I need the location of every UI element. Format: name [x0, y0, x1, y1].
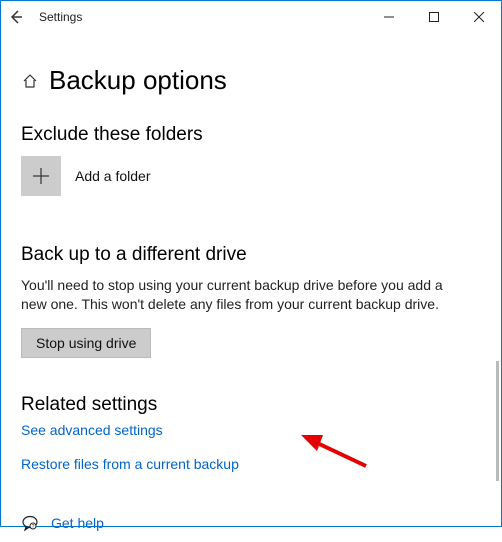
maximize-button[interactable]	[411, 2, 456, 32]
add-folder-label: Add a folder	[75, 168, 151, 184]
minimize-button[interactable]	[366, 2, 411, 32]
chat-help-icon: ?	[21, 514, 39, 532]
related-heading: Related settings	[21, 394, 481, 416]
advanced-settings-link[interactable]: See advanced settings	[21, 422, 163, 438]
scrollbar-thumb[interactable]	[496, 361, 499, 481]
titlebar-left: Settings	[7, 8, 82, 26]
help-row: ? Get help	[21, 514, 481, 532]
page-title: Backup options	[49, 65, 227, 96]
app-title: Settings	[39, 10, 82, 24]
titlebar: Settings	[1, 1, 501, 33]
home-icon[interactable]	[21, 72, 39, 90]
content-area: Backup options Exclude these folders Add…	[1, 33, 501, 542]
page-header: Backup options	[21, 65, 481, 96]
stop-using-drive-button[interactable]: Stop using drive	[21, 328, 151, 358]
different-drive-heading: Back up to a different drive	[21, 244, 481, 266]
restore-files-link[interactable]: Restore files from a current backup	[21, 456, 239, 472]
back-arrow-icon[interactable]	[7, 8, 25, 26]
window-controls	[366, 2, 501, 32]
different-drive-body: You'll need to stop using your current b…	[21, 276, 461, 314]
plus-icon	[21, 156, 61, 196]
add-folder-button[interactable]: Add a folder	[21, 156, 481, 196]
get-help-link[interactable]: Get help	[51, 515, 104, 531]
exclude-heading: Exclude these folders	[21, 124, 481, 146]
close-button[interactable]	[456, 2, 501, 32]
